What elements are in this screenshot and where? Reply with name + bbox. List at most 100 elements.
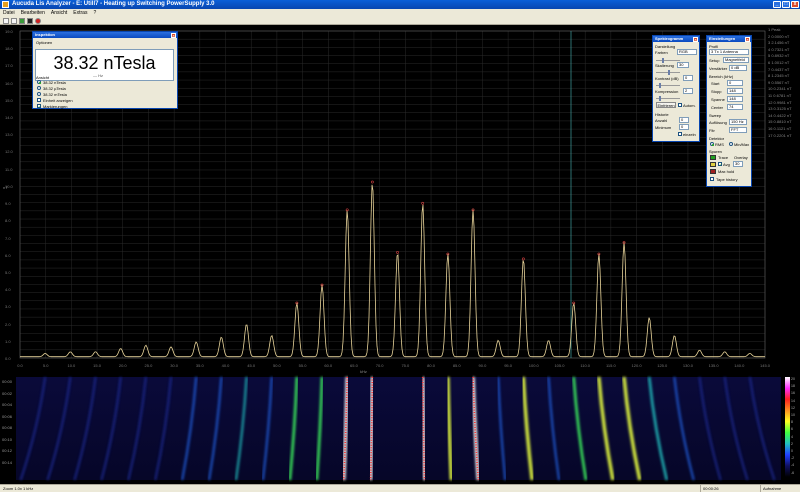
minimum-label: Minimum: [655, 125, 672, 130]
tape-history-checkbox[interactable]: [710, 177, 714, 181]
x-tick-label: 30.0: [170, 363, 179, 368]
profil-select[interactable]: 3 Tx 1 Antenna: [709, 49, 749, 55]
x-tick-label: 0.0: [17, 363, 23, 368]
einfrieren-button[interactable]: Einfrieren: [656, 102, 676, 108]
farben-slider[interactable]: [656, 58, 680, 63]
kompression-slider[interactable]: [656, 96, 680, 101]
peak-list-item: 3 2.1456 nT: [768, 40, 790, 46]
menu-extras[interactable]: Extras: [73, 9, 87, 17]
inspektion-close-icon[interactable]: ×: [171, 32, 176, 38]
detektor-rms-radio[interactable]: [710, 142, 714, 146]
play-icon[interactable]: [19, 17, 25, 24]
detektor-minmax-radio[interactable]: [729, 142, 733, 146]
center-field[interactable]: 74: [727, 104, 743, 110]
x-tick-label: 145.0: [759, 363, 771, 368]
detektor-label: Detektor: [709, 136, 725, 141]
measurement-sub: — Hz: [93, 73, 103, 78]
kontrast-label: Kontrast (dB): [655, 76, 679, 81]
spectrogram-time-label: 00:10: [2, 436, 13, 442]
spectrogram-time-label: 00:08: [2, 425, 13, 430]
close-button[interactable]: x: [791, 1, 799, 8]
trace-color-swatch[interactable]: [710, 155, 716, 160]
peak-list-item: 4 0.7321 nT: [768, 46, 790, 52]
y-tick-label: 17.0: [5, 63, 13, 69]
status-left: Zoom 1.0x 1 kHz: [3, 486, 34, 491]
x-tick-label: 45.0: [247, 363, 256, 368]
menu-help[interactable]: ?: [93, 9, 96, 17]
spanne-field[interactable]: 148: [727, 96, 743, 102]
fltr-select[interactable]: FFT: [729, 127, 747, 133]
show-unit-checkbox[interactable]: [37, 98, 41, 102]
einzeln-checkbox[interactable]: [678, 132, 682, 136]
unit-radio-utesla[interactable]: [37, 86, 41, 90]
avg-color-swatch[interactable]: [710, 162, 716, 167]
spectrogram-time-label: 00:14: [2, 459, 13, 465]
menu-bearbeiten[interactable]: Bearbeiten: [21, 9, 45, 17]
unit-radio-ntesla[interactable]: [37, 80, 41, 84]
kontrast-slider[interactable]: [656, 83, 680, 88]
kompression-field[interactable]: 2: [683, 88, 693, 94]
detektor-rms-label: RMS: [715, 142, 724, 147]
spektrogramm-close-icon[interactable]: ×: [693, 36, 698, 42]
start-field[interactable]: 0: [727, 80, 743, 86]
verstaerker-label: Verstärker: [709, 66, 728, 71]
avg-checkbox[interactable]: ✓: [718, 162, 722, 167]
peak-list-item: 14 0.4422 nT: [768, 112, 792, 118]
menu-datei[interactable]: Datei: [3, 9, 15, 17]
maxhold-color-swatch[interactable]: [710, 169, 716, 174]
spektrogramm-title[interactable]: Spektrogramm ×: [653, 36, 699, 42]
skalierung-field[interactable]: 30: [677, 62, 689, 68]
farben-select[interactable]: RGB: [677, 49, 697, 55]
markers-checkbox[interactable]: ✓: [37, 104, 41, 109]
autom-checkbox[interactable]: [678, 103, 682, 107]
skalierung-slider[interactable]: [656, 70, 680, 75]
x-tick-label: 120.0: [631, 363, 642, 368]
aufloesung-label: Auflösung: [709, 120, 727, 125]
status-time: 00:00:26: [700, 485, 730, 492]
menu-ansicht[interactable]: Ansicht: [51, 9, 67, 17]
setup-label: Setup: [709, 58, 720, 63]
peak-list-item: 1 Peak: [768, 27, 781, 32]
peak-list-item: 13 0.3125 nT: [768, 106, 792, 112]
maximize-button[interactable]: □: [782, 1, 790, 8]
status-right: Aufnahme: [760, 485, 781, 492]
record-icon[interactable]: [35, 17, 41, 24]
spectrogram[interactable]: [0, 374, 800, 483]
stop-icon[interactable]: [27, 17, 33, 24]
colorbar-tick-label: 14: [791, 398, 795, 403]
peak-list-item: 9 0.5567 nT: [768, 79, 790, 85]
einstellungen-close-icon[interactable]: ×: [745, 36, 750, 42]
unit-label-utesla: 38.32 µTesla: [43, 86, 66, 91]
peak-list-item: 11 0.6781 nT: [768, 92, 792, 98]
colorbar-tick-label: 4: [791, 434, 793, 439]
x-tick-label: 15.0: [93, 363, 101, 368]
peak-list-item: 15 0.8810 nT: [768, 119, 792, 125]
einstellungen-title[interactable]: Einstellungen ×: [707, 36, 751, 42]
spectrogram-time-label: 00:12: [2, 448, 13, 453]
y-tick-label: 16.0: [5, 80, 13, 86]
open-icon[interactable]: [3, 17, 9, 24]
verstaerker-select[interactable]: 0 dB: [729, 65, 747, 71]
stopp-field[interactable]: 148: [727, 88, 743, 94]
minimum-field[interactable]: 0: [679, 124, 689, 130]
anzahl-field[interactable]: 0: [679, 117, 689, 123]
x-tick-label: 50.0: [272, 363, 281, 368]
minimize-button[interactable]: _: [773, 1, 781, 8]
x-tick-label: 85.0: [452, 363, 461, 368]
y-tick-label: 8.0: [5, 218, 11, 224]
kontrast-field[interactable]: 0: [683, 75, 693, 81]
inspektion-title[interactable]: Inspektion ×: [33, 32, 177, 38]
status-bar: Zoom 1.0x 1 kHz 00:00:26 Aufnahme: [0, 484, 800, 492]
y-tick-label: 0.0: [5, 356, 11, 361]
aufloesung-select[interactable]: 150 Hz: [729, 119, 747, 125]
toolbar: [0, 17, 800, 25]
avg-field[interactable]: 30: [733, 161, 743, 167]
save-icon[interactable]: [11, 17, 17, 24]
colorbar-tick-label: -4: [791, 463, 795, 468]
colorbar-tick-label: 16: [791, 391, 795, 396]
y-axis-ticks: 19.0 18.0 17.0 16.0 15.0 14.0 13.0 12.0 11.0 10.0…: [5, 27, 19, 361]
spectrum-trace: [20, 184, 765, 358]
colorbar-tick-label: 10: [791, 413, 795, 418]
unit-radio-mtesla[interactable]: [37, 92, 41, 96]
setup-select[interactable]: Magnetfeld: [723, 57, 749, 63]
